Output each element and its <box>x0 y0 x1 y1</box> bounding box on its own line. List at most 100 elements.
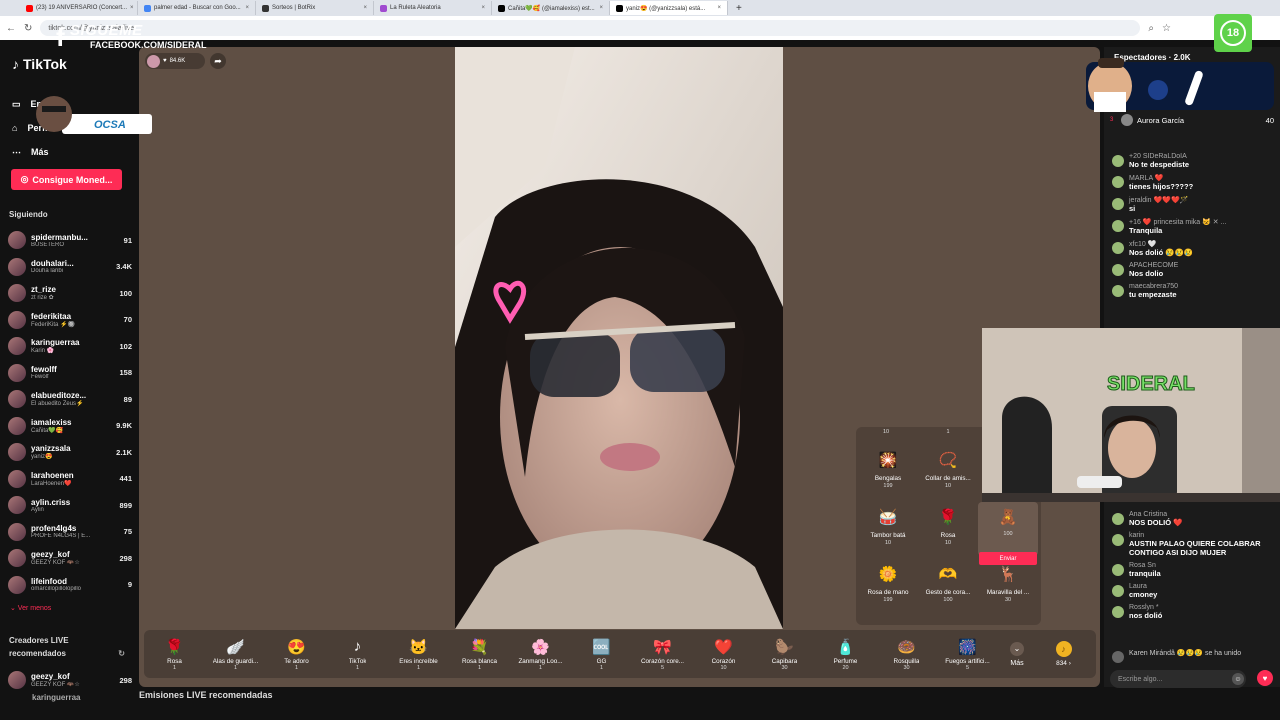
ocsa-logo: OCSA <box>94 119 126 131</box>
zoom-icon[interactable]: ⌕ <box>1148 23 1154 34</box>
chat-message[interactable]: Laura cmoney <box>1112 583 1276 599</box>
browser-tab[interactable]: (23) 19 ANIVERSARIO (Concert... × <box>20 1 138 15</box>
chat-message[interactable]: maecabrera750 tu empezaste <box>1112 283 1276 299</box>
browser-tab[interactable]: Cañita💚🥰 (@iamalexiss) est... × <box>492 1 610 15</box>
avatar <box>8 443 26 462</box>
gift-panel-item[interactable]: 🧸 100 <box>978 502 1038 556</box>
chat-message[interactable]: Rosa Sn tranquila <box>1112 562 1276 578</box>
following-text: profen4lg4s PROFE N4LG4S | E... <box>31 524 119 539</box>
following-item[interactable]: karinguerraa Karin 🌸 102 <box>8 333 132 360</box>
gift-bar-item[interactable]: ♪ TikTok 1 <box>327 638 388 671</box>
more-gifts-button[interactable]: ⌄ Más <box>998 641 1036 667</box>
chat-message[interactable]: Ana Cristina NOS DOLIÓ ❤️ <box>1112 511 1276 527</box>
gift-panel-item[interactable]: 📿 Collar de amis... 10 <box>918 445 978 499</box>
gift-bar-item[interactable]: 😍 Te adoro 1 <box>266 638 327 671</box>
following-item[interactable]: aylin.criss Aylin 899 <box>8 492 132 519</box>
avatar <box>8 416 26 435</box>
chat-message[interactable]: +16 ❤️ princesita mika 😺 ✕ ... Tranquila <box>1112 218 1276 235</box>
chat-message[interactable]: karin AUSTIN PALAO QUIERE COLABRAR CONTIG… <box>1112 532 1276 557</box>
following-text: federikitaa FederiKita ⚡🔘 <box>31 312 119 328</box>
side-menu-item[interactable]: ⋯ Más <box>12 140 65 164</box>
gift-bar-item[interactable]: 🎀 Corazón core... 5 <box>632 638 693 671</box>
browser-tab[interactable]: Sorteos | BotRix × <box>256 1 374 15</box>
gift-icon: 🫶 <box>938 566 958 583</box>
gift-price: 10 <box>720 664 727 671</box>
new-tab-icon[interactable]: + <box>736 3 742 14</box>
following-item[interactable]: fewolff Fewolf 158 <box>8 360 132 387</box>
browser-tab[interactable]: palmer edad - Buscar con Goo... × <box>138 1 256 15</box>
tab-close-icon[interactable]: × <box>717 5 721 11</box>
recommended-item-partial[interactable]: karinguerraa <box>32 693 80 702</box>
gift-panel-item[interactable]: 🦌 Maravilla del ... 30 <box>978 559 1038 613</box>
following-item[interactable]: lifeinfood omarcillopillolopillo 9 <box>8 572 132 599</box>
chat-message[interactable]: Rosslyn * nos dolió <box>1112 604 1276 620</box>
following-item[interactable]: profen4lg4s PROFE N4LG4S | E... 75 <box>8 519 132 546</box>
browser-tab[interactable]: La Ruleta Aleatoria × <box>374 1 492 15</box>
send-gift-button[interactable]: Enviar <box>979 552 1037 565</box>
gift-bar-item[interactable]: 🌹 Rosa 1 <box>144 638 205 671</box>
gift-bar-item[interactable]: 🧴 Perfume 20 <box>815 638 876 671</box>
gift-bar-item[interactable]: 🪽 Alas de guardi... 1 <box>205 638 266 671</box>
following-item[interactable]: larahoenen LaraHoenen❤️ 441 <box>8 466 132 493</box>
following-item[interactable]: yanizzsala yaniz😍 2.1K <box>8 439 132 466</box>
following-subtitle: GEEZY KOF 🦇☆ <box>31 560 80 567</box>
tab-close-icon[interactable]: × <box>130 5 134 11</box>
following-item[interactable]: zt_rize zt rize ✿ 100 <box>8 280 132 307</box>
back-icon[interactable]: ← <box>6 23 16 34</box>
coins-balance-button[interactable]: ♪ 834 › <box>1041 641 1086 667</box>
gift-bar-item[interactable]: ❤️ Corazón 10 <box>693 638 754 671</box>
top-viewer-row[interactable]: 3 Aurora García 40 <box>1110 114 1274 126</box>
gift-panel-item[interactable]: 🫶 Gesto de cora... 100 <box>918 559 978 613</box>
chat-avatar <box>1112 285 1124 297</box>
following-item[interactable]: federikitaa FederiKita ⚡🔘 70 <box>8 307 132 334</box>
reload-icon[interactable]: ↻ <box>24 23 32 34</box>
gift-bar-item[interactable]: 🐱 Eres increíble 1 <box>388 638 449 671</box>
tab-close-icon[interactable]: × <box>245 5 249 11</box>
chat-message[interactable]: APACHECOME Nos dolio <box>1112 262 1276 278</box>
following-text: douhalari... Douha laribi <box>31 259 111 274</box>
gift-bar-item[interactable]: 💐 Rosa blanca 1 <box>449 638 510 671</box>
gift-panel-item[interactable]: 1 <box>918 427 978 443</box>
gift-bar-item[interactable]: 🆒 GG 1 <box>571 638 632 671</box>
viewer-count: 89 <box>123 394 132 404</box>
emoji-icon[interactable]: ☺ <box>1232 673 1244 685</box>
following-item[interactable]: geezy_kof GEEZY KOF 🦇☆ 298 <box>8 545 132 572</box>
gift-panel-item[interactable]: 🌼 Rosa de mano 199 <box>858 559 918 613</box>
following-item[interactable]: iamalexiss Cañita💚🥰 9.9K <box>8 413 132 440</box>
following-item[interactable]: elabueditoze... El abuedito Zeus⚡ 89 <box>8 386 132 413</box>
following-item[interactable]: douhalari... Douha laribi 3.4K <box>8 254 132 281</box>
gift-panel-item[interactable]: 10 <box>856 427 916 443</box>
like-heart-icon[interactable]: ♥ <box>1257 670 1273 686</box>
chat-message[interactable]: xfc10 🤍 Nos dolió 😢😢😢 <box>1112 240 1276 257</box>
gift-panel-item[interactable]: 🥁 Tambor batá 10 <box>858 502 918 556</box>
tab-close-icon[interactable]: × <box>481 5 485 11</box>
following-item[interactable]: spidermanbu... BUSETERO 91 <box>8 227 132 254</box>
gift-price: 199 <box>883 597 893 603</box>
tab-close-icon[interactable]: × <box>599 5 603 11</box>
avatar <box>8 363 26 382</box>
chat-message[interactable]: jeraldin ❤️❤️❤️🪄 si <box>1112 196 1276 213</box>
gift-price: 100 <box>1003 531 1013 537</box>
gift-bar-item[interactable]: 🎆 Fuegos artifici... 5 <box>937 638 998 671</box>
gift-name: Te adoro <box>284 657 309 665</box>
avatar <box>8 575 26 594</box>
following-text: yanizzsala yaniz😍 <box>31 444 111 460</box>
live-video[interactable] <box>455 47 783 629</box>
chat-input[interactable]: Escribe algo... <box>1110 670 1246 688</box>
gift-panel-item[interactable]: 🌹 Rosa 10 <box>918 502 978 556</box>
following-item[interactable]: geezy_kof GEEZY KOF 🦇☆ 298 <box>8 667 132 694</box>
gift-name: Corazón <box>711 657 736 665</box>
get-coins-button[interactable]: ◎ Consigue Moned... <box>11 169 122 190</box>
chat-message[interactable]: MARLA ❤️ tienes hijos????? <box>1112 174 1276 191</box>
share-icon[interactable]: ➦ <box>210 53 226 69</box>
gift-bar-item[interactable]: 🌸 Zanmang Loo... 1 <box>510 638 571 671</box>
tab-close-icon[interactable]: × <box>363 5 367 11</box>
bookmark-star-icon[interactable]: ☆ <box>1162 23 1171 34</box>
gift-bar-item[interactable]: 🦫 Capibara 30 <box>754 638 815 671</box>
gift-bar-item[interactable]: 🍩 Rosquilla 30 <box>876 638 937 671</box>
refresh-icon[interactable]: ↻ <box>118 647 125 660</box>
see-less-link[interactable]: ⌄ Ver menos <box>10 604 51 612</box>
browser-tab[interactable]: yaniz😍 (@yanizzsala) está... × <box>610 1 728 15</box>
gift-panel-item[interactable]: 🎇 Bengalas 199 <box>858 445 918 499</box>
chat-message[interactable]: +20 SIDeRaLDoIA No te despediste <box>1112 153 1276 169</box>
